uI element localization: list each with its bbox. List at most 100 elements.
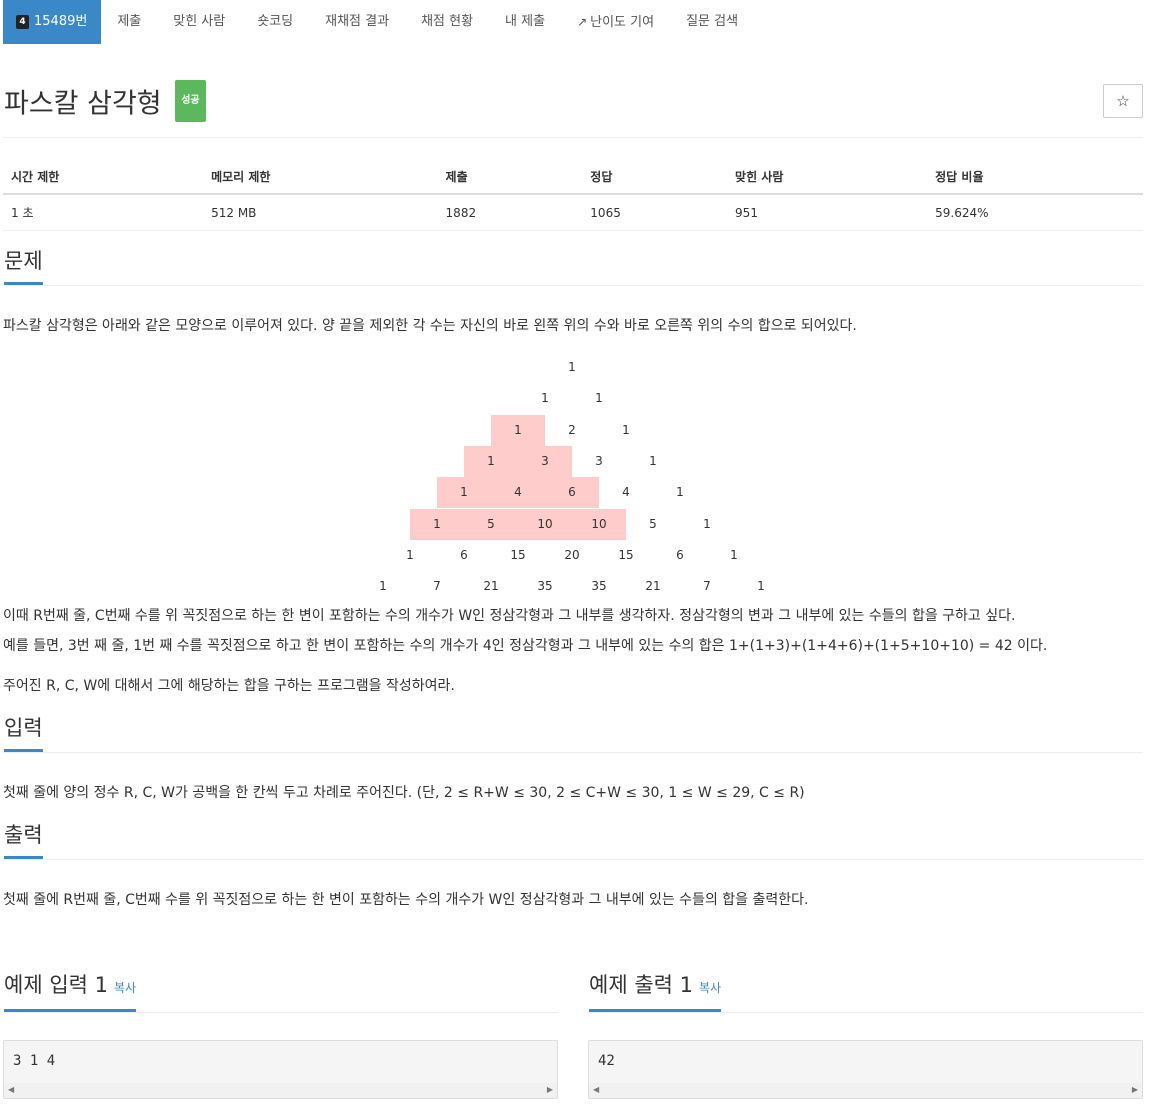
value-accepted: 1065 [582, 194, 728, 231]
tab-short-coding[interactable]: 숏코딩 [241, 0, 309, 44]
input-section: 입력 첫째 줄에 양의 정수 R, C, W가 공백을 한 칸씩 두고 차례로 … [3, 709, 1143, 803]
input-heading: 입력 [4, 715, 43, 752]
problem-para-3: 주어진 R, C, W에 대해서 그에 해당하는 합을 구하는 프로그램을 작성… [3, 678, 455, 694]
triangle-cell: 6 [460, 547, 468, 562]
scroll-right-icon[interactable]: ▶ [1132, 1085, 1138, 1094]
triangle-cell: 1 [379, 579, 387, 594]
scroll-left-icon[interactable]: ◀ [593, 1085, 599, 1094]
sample-output-box[interactable]: 42 ◀ ▶ [588, 1040, 1143, 1099]
title-row: 파스칼 삼각형 성공 ☆ [3, 44, 1143, 138]
copy-output-button[interactable]: 복사 [699, 981, 721, 995]
output-text: 첫째 줄에 R번째 줄, C번째 수를 위 꼭짓점으로 하는 한 변이 포함하는… [3, 892, 809, 908]
triangle-cell: 1 [622, 422, 630, 437]
tab-difficulty-label: 난이도 기여 [590, 15, 655, 30]
triangle-cell: 6 [676, 547, 684, 562]
star-icon: ☆ [1116, 92, 1130, 110]
problem-page: 4 15489번 제출 맞힌 사람 숏코딩 재채점 결과 채점 현황 내 제출 … [0, 0, 1149, 1107]
tab-submit[interactable]: 제출 [101, 0, 157, 44]
tab-status[interactable]: 채점 현황 [405, 0, 489, 44]
triangle-cell: 35 [537, 579, 553, 594]
problem-info-table: 시간 제한 메모리 제한 제출 정답 맞힌 사람 정답 비율 1 초 512 M… [3, 160, 1143, 231]
triangle-cell: 5 [464, 508, 518, 540]
sample-input-column: 예제 입력 1 복사 3 1 4 ◀ ▶ [3, 969, 558, 1099]
header-memory-limit: 메모리 제한 [203, 160, 438, 195]
sample-output-column: 예제 출력 1 복사 42 ◀ ▶ [588, 969, 1143, 1099]
tab-questions[interactable]: 질문 검색 [670, 0, 754, 44]
tab-difficulty[interactable]: ↗ 난이도 기여 [561, 0, 670, 44]
table-row: 1 초 512 MB 1882 1065 951 59.624% [3, 194, 1143, 231]
triangle-cell: 5 [649, 516, 657, 531]
triangle-cell: 1 [595, 391, 603, 406]
page-title: 파스칼 삼각형 성공 [4, 80, 206, 126]
triangle-cell: 1 [406, 547, 414, 562]
problem-para-2: 예를 들면, 3번 째 줄, 1번 째 수를 꼭짓점으로 하고 한 변이 포함하… [3, 638, 1048, 654]
star-button[interactable]: ☆ [1103, 84, 1143, 118]
triangle-cell: 3 [595, 453, 603, 468]
triangle-cell: 1 [437, 477, 491, 509]
triangle-cell: 1 [757, 579, 765, 594]
header-time-limit: 시간 제한 [3, 160, 204, 195]
triangle-cell: 20 [564, 547, 580, 562]
copy-input-button[interactable]: 복사 [114, 981, 136, 995]
sample-output-heading: 예제 출력 1 복사 [589, 972, 722, 1012]
triangle-cell: 21 [645, 579, 661, 594]
problem-headline: 문제 [3, 242, 1143, 286]
sample-input-scrollbar[interactable]: ◀ ▶ [4, 1083, 557, 1098]
triangle-cell: 35 [591, 579, 607, 594]
pascal-triangle: 1 1 1 1 2 1 1 3 3 1 1 4 6 4 1 1 5 10 10 5 1 1 6 15 20 15 6 1 1 7 21 35 3… [0, 352, 1149, 593]
problem-intro: 파스칼 삼각형은 아래와 같은 모양으로 이루어져 있다. 양 끝을 제외한 각… [3, 318, 857, 334]
triangle-cell: 10 [518, 508, 572, 540]
external-link-icon: ↗ [577, 15, 588, 29]
header-submissions: 제출 [437, 160, 583, 195]
triangle-cell: 4 [622, 485, 630, 500]
status-badge: 성공 [175, 80, 206, 122]
sample-input-headline: 예제 입력 1 복사 [3, 969, 558, 1013]
header-ratio: 정답 비율 [927, 160, 1143, 195]
problem-heading: 문제 [4, 248, 43, 285]
triangle-cell: 7 [703, 579, 711, 594]
value-time-limit: 1 초 [3, 194, 204, 231]
problem-tabs: 4 15489번 제출 맞힌 사람 숏코딩 재채점 결과 채점 현황 내 제출 … [3, 0, 1143, 44]
value-memory-limit: 512 MB [203, 194, 438, 231]
tab-problem[interactable]: 4 15489번 [3, 0, 102, 44]
tab-rejudge[interactable]: 재채점 결과 [309, 0, 405, 44]
triangle-cell: 4 [491, 477, 545, 509]
scroll-right-icon[interactable]: ▶ [547, 1085, 553, 1094]
problem-title: 파스칼 삼각형 [4, 88, 162, 120]
tab-solved-users[interactable]: 맞힌 사람 [157, 0, 241, 44]
sample-output-value: 42 [598, 1053, 615, 1069]
triangle-cell: 3 [518, 445, 572, 477]
triangle-cell: 1 [464, 445, 518, 477]
tab-my-submissions[interactable]: 내 제출 [489, 0, 561, 44]
triangle-cell: 15 [618, 547, 634, 562]
problem-section: 문제 파스칼 삼각형은 아래와 같은 모양으로 이루어져 있다. 양 끝을 제외… [3, 242, 1143, 696]
table-header-row: 시간 제한 메모리 제한 제출 정답 맞힌 사람 정답 비율 [3, 160, 1143, 195]
triangle-cell: 15 [510, 547, 526, 562]
triangle-cell: 6 [545, 477, 599, 509]
sample-output-scrollbar[interactable]: ◀ ▶ [589, 1083, 1142, 1098]
triangle-cell: 1 [568, 360, 576, 374]
header-accepted: 정답 [582, 160, 728, 195]
tab-problem-label: 15489번 [34, 14, 88, 29]
output-headline: 출력 [3, 816, 1143, 860]
triangle-cell: 21 [483, 579, 499, 594]
sample-output-title: 예제 출력 1 [589, 973, 693, 997]
value-solved: 951 [727, 194, 928, 231]
value-submissions: 1882 [437, 194, 583, 231]
scroll-left-icon[interactable]: ◀ [8, 1085, 14, 1094]
triangle-cell: 10 [572, 508, 626, 540]
triangle-cell: 1 [649, 453, 657, 468]
tier-icon: 4 [16, 15, 29, 29]
input-headline: 입력 [3, 709, 1143, 753]
sample-input-title: 예제 입력 1 [4, 973, 108, 997]
sample-input-heading: 예제 입력 1 복사 [4, 972, 137, 1012]
sample-input-value: 3 1 4 [13, 1053, 56, 1069]
triangle-cell: 1 [541, 391, 549, 406]
value-ratio: 59.624% [927, 194, 1143, 231]
header-solved: 맞힌 사람 [727, 160, 928, 195]
triangle-cell: 1 [491, 414, 545, 446]
sample-output-headline: 예제 출력 1 복사 [588, 969, 1143, 1013]
sample-input-box[interactable]: 3 1 4 ◀ ▶ [3, 1040, 558, 1099]
triangle-cell: 1 [703, 516, 711, 531]
triangle-cell: 1 [410, 508, 464, 540]
